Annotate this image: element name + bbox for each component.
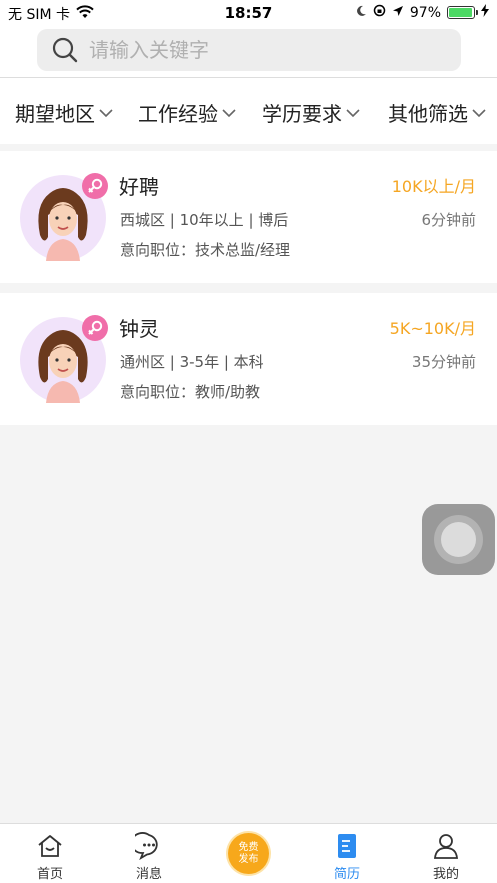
tab-label: 消息 — [135, 867, 162, 882]
intended-position: 意向职位：技术总监/经理 — [120, 241, 291, 259]
chevron-down-icon — [99, 108, 113, 117]
filter-label: 期望地区 — [15, 102, 95, 126]
filter-education[interactable]: 学历要求 — [262, 98, 361, 127]
salary: 5K~10K/月 — [389, 319, 476, 338]
filter-label: 学历要求 — [262, 102, 342, 126]
user-icon — [434, 834, 458, 859]
chevron-down-icon — [222, 108, 236, 117]
female-icon — [82, 315, 108, 341]
status-bar: 无 SIM 卡 18:57 97% — [0, 0, 497, 26]
resume-card[interactable]: 好聘 10K以上/月 西城区 | 10年以上 | 博后 6分钟前 意向职位：技术… — [0, 151, 497, 283]
publish-label-line: 发布 — [238, 853, 259, 865]
assist-core — [441, 522, 476, 557]
filter-label: 其他筛选 — [388, 102, 468, 126]
filter-label: 工作经验 — [138, 102, 218, 126]
publish-label: 免费 发布 — [239, 842, 259, 866]
chevron-down-icon — [472, 108, 486, 117]
chat-icon — [135, 832, 158, 860]
location-icon — [392, 5, 404, 21]
resume-card[interactable]: 钟灵 5K~10K/月 通州区 | 3-5年 | 本科 35分钟前 意向职位：教… — [0, 293, 497, 425]
home-icon — [38, 835, 62, 857]
intended-position: 意向职位：教师/助教 — [120, 383, 261, 401]
publish-label-line: 免费 — [238, 841, 259, 853]
search-input[interactable] — [89, 38, 429, 62]
tab-resume[interactable]: 简历 — [307, 824, 387, 883]
assistive-touch-button[interactable] — [422, 504, 495, 575]
salary: 10K以上/月 — [391, 177, 476, 196]
candidate-name: 钟灵 — [119, 317, 159, 341]
search-box[interactable] — [37, 29, 461, 71]
candidate-meta: 西城区 | 10年以上 | 博后 — [120, 211, 289, 229]
battery-percent: 97% — [409, 4, 441, 21]
status-right: 97% — [355, 4, 489, 21]
female-icon — [82, 173, 108, 199]
rotation-lock-icon — [373, 4, 386, 21]
chevron-down-icon — [346, 108, 360, 117]
post-time: 35分钟前 — [411, 353, 476, 371]
charging-icon — [481, 4, 489, 21]
tab-label: 我的 — [432, 867, 459, 882]
document-icon — [338, 834, 356, 858]
tab-bar: 首页 消息 免费 发布 简历 我的 — [0, 823, 497, 883]
candidate-name: 好聘 — [119, 175, 159, 199]
filter-bar: 期望地区 工作经验 学历要求 其他筛选 — [0, 78, 497, 144]
tab-home[interactable]: 首页 — [10, 824, 90, 883]
tab-label: 首页 — [36, 867, 63, 882]
battery-icon — [447, 6, 478, 19]
tab-label: 简历 — [333, 867, 360, 882]
search-area — [0, 26, 497, 78]
post-time: 6分钟前 — [421, 211, 476, 229]
free-publish-button[interactable]: 免费 发布 — [228, 833, 269, 874]
search-icon — [51, 36, 79, 64]
filter-experience[interactable]: 工作经验 — [138, 98, 237, 127]
tab-mine[interactable]: 我的 — [406, 824, 486, 883]
filter-region[interactable]: 期望地区 — [15, 98, 114, 127]
filter-other[interactable]: 其他筛选 — [388, 98, 487, 127]
candidate-meta: 通州区 | 3-5年 | 本科 — [120, 353, 264, 371]
moon-icon — [355, 5, 367, 21]
tab-messages[interactable]: 消息 — [109, 824, 189, 883]
